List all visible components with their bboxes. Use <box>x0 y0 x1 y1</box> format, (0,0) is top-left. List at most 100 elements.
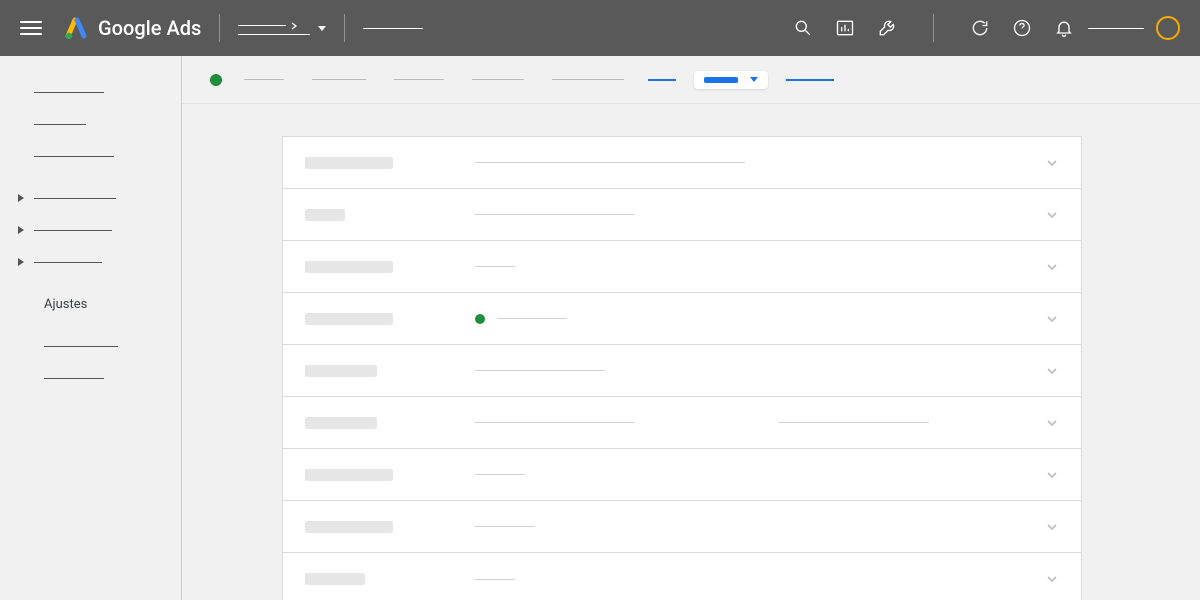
sidebar-item[interactable] <box>18 182 181 214</box>
value-line <box>475 579 515 580</box>
settings-row[interactable] <box>283 293 1081 345</box>
sidebar-item-label <box>34 198 116 199</box>
sidebar-item-label: Ajustes <box>44 297 87 312</box>
tab-item[interactable] <box>394 79 444 80</box>
caret-right-icon <box>18 226 24 234</box>
row-label <box>305 261 393 273</box>
sidebar-item-label <box>44 378 104 379</box>
row-value <box>475 579 1045 580</box>
caret-down-icon <box>750 77 758 82</box>
chevron-down-icon <box>1045 260 1059 274</box>
header-tools <box>793 14 1074 42</box>
sidebar-item[interactable] <box>18 76 181 108</box>
row-value <box>475 526 1045 527</box>
refresh-icon[interactable] <box>970 18 990 38</box>
settings-row[interactable] <box>283 449 1081 501</box>
settings-row[interactable] <box>283 241 1081 293</box>
tab-bar <box>182 56 1200 104</box>
status-dot-icon <box>475 314 485 324</box>
row-value <box>475 266 1045 267</box>
row-label <box>305 365 377 377</box>
pill-fill <box>704 77 738 83</box>
campaign-breadcrumb[interactable] <box>363 28 423 29</box>
chevron-down-icon <box>1045 520 1059 534</box>
tab-item[interactable] <box>472 79 524 80</box>
reports-icon[interactable] <box>835 18 855 38</box>
settings-row[interactable] <box>283 189 1081 241</box>
sidebar-item-label <box>34 92 104 93</box>
account-area[interactable] <box>1088 16 1180 40</box>
tab-link[interactable] <box>648 79 676 81</box>
sidebar-item[interactable] <box>18 330 181 362</box>
tab-item[interactable] <box>552 79 624 80</box>
chevron-down-icon <box>1045 468 1059 482</box>
sidebar-item[interactable] <box>18 362 181 394</box>
sidebar-item-label <box>44 346 118 347</box>
status-dot-icon <box>210 74 222 86</box>
value-line <box>475 214 635 215</box>
value-line <box>475 526 535 527</box>
settings-row[interactable] <box>283 553 1081 600</box>
settings-row[interactable] <box>283 137 1081 189</box>
brand-text: Google Ads <box>98 16 201 40</box>
chevron-down-icon <box>1045 364 1059 378</box>
row-value <box>475 214 1045 215</box>
settings-row[interactable] <box>283 501 1081 553</box>
sidebar-item-label <box>34 124 86 125</box>
divider <box>933 14 934 42</box>
value-line <box>475 474 525 475</box>
value-line <box>475 266 515 267</box>
value-line <box>475 422 635 423</box>
row-value <box>475 474 1045 475</box>
row-label <box>305 157 393 169</box>
google-ads-logo-icon <box>64 16 88 40</box>
sidebar-item[interactable] <box>18 108 181 140</box>
value-line <box>497 318 567 319</box>
chevron-down-icon <box>1045 208 1059 222</box>
value-line <box>475 370 605 371</box>
row-value <box>475 314 1045 324</box>
tab-link[interactable] <box>786 79 834 81</box>
row-label <box>305 313 393 325</box>
row-value <box>475 422 1045 423</box>
row-label <box>305 469 393 481</box>
sidebar-item-settings[interactable]: Ajustes <box>18 288 181 320</box>
value-line <box>475 162 745 163</box>
row-label <box>305 521 393 533</box>
sidebar-item[interactable] <box>18 246 181 278</box>
sidebar-item-label <box>34 262 102 263</box>
row-label <box>305 209 345 221</box>
avatar-ring-icon <box>1156 16 1180 40</box>
chevron-right-icon <box>290 22 298 30</box>
help-icon[interactable] <box>1012 18 1032 38</box>
chevron-down-icon <box>1045 312 1059 326</box>
row-label <box>305 417 377 429</box>
value-line <box>779 422 929 423</box>
settings-row[interactable] <box>283 397 1081 449</box>
sidebar-item-label <box>34 230 112 231</box>
sidebar-item[interactable] <box>18 214 181 246</box>
settings-row[interactable] <box>283 345 1081 397</box>
row-value <box>475 370 1045 371</box>
tools-icon[interactable] <box>877 18 897 38</box>
date-range-selector[interactable] <box>694 71 768 89</box>
sidebar-item[interactable] <box>18 140 181 172</box>
brand-logo[interactable]: Google Ads <box>64 16 201 40</box>
divider <box>344 14 345 42</box>
content-area <box>182 56 1200 600</box>
tab-item[interactable] <box>312 79 366 80</box>
search-icon[interactable] <box>793 18 813 38</box>
caret-right-icon <box>18 258 24 266</box>
notifications-icon[interactable] <box>1054 18 1074 38</box>
caret-down-icon <box>318 26 326 31</box>
settings-panel-wrap <box>182 104 1200 600</box>
chevron-down-icon <box>1045 572 1059 586</box>
caret-right-icon <box>18 194 24 202</box>
app-header: Google Ads <box>0 0 1200 56</box>
menu-icon[interactable] <box>20 17 42 39</box>
settings-panel <box>282 136 1082 600</box>
row-label <box>305 573 365 585</box>
tab-item[interactable] <box>244 79 284 80</box>
row-value <box>475 162 1045 163</box>
account-selector[interactable] <box>238 22 326 35</box>
